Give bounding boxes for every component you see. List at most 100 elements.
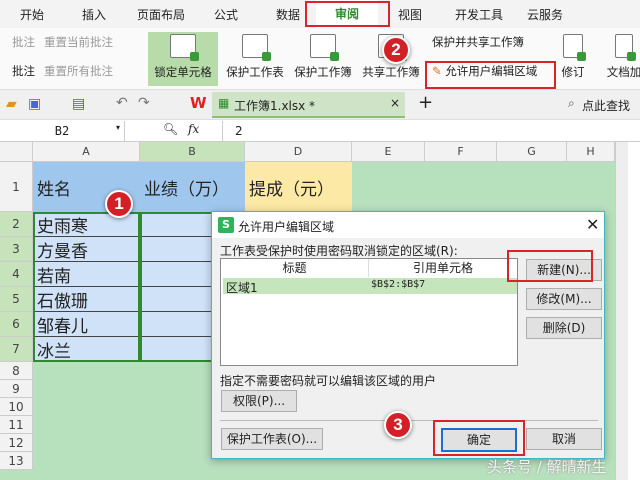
close-tab-icon[interactable]: ×	[390, 96, 400, 110]
tab-insert[interactable]: 插入	[82, 6, 106, 23]
row-header[interactable]: 2	[0, 212, 33, 237]
row-header[interactable]: 11	[0, 416, 33, 434]
col-header-h[interactable]: H	[567, 142, 615, 162]
protect-sheet-button[interactable]: 保护工作表	[222, 32, 288, 86]
row-header[interactable]: 12	[0, 434, 33, 452]
range-title: 区域1	[226, 281, 258, 295]
tab-data[interactable]: 数据	[276, 6, 300, 23]
row-header[interactable]: 13	[0, 452, 33, 470]
row-header[interactable]: 10	[0, 398, 33, 416]
open-icon[interactable]: ▰	[6, 96, 17, 112]
name-cell[interactable]: 冰兰	[33, 337, 140, 362]
protect-share-button[interactable]: 保护并共享工作簿	[432, 34, 524, 50]
tab-developer[interactable]: 开发工具	[455, 6, 503, 23]
lock-cell-button[interactable]: 锁定单元格	[148, 32, 218, 86]
file-tab[interactable]: ▦ 工作簿1.xlsx * ×	[212, 92, 405, 118]
doc-icon	[615, 34, 636, 61]
row-header[interactable]: 3	[0, 237, 33, 262]
file-tab-label: 工作簿1.xlsx *	[234, 99, 316, 113]
tab-cloud[interactable]: 云服务	[527, 6, 563, 23]
col-header-e[interactable]: E	[352, 142, 425, 162]
doc-label: 文档加	[606, 65, 640, 79]
lock-cell-label: 锁定单元格	[154, 65, 212, 79]
tab-view[interactable]: 视图	[398, 6, 422, 23]
cancel-button[interactable]: 取消	[526, 428, 602, 450]
name-cell[interactable]: 方曼香	[33, 237, 140, 262]
print-icon[interactable]: ▤	[72, 96, 85, 112]
highlight-review-tab	[305, 1, 390, 27]
users-label: 指定不需要密码就可以编辑该区域的用户	[220, 374, 437, 388]
row-header[interactable]: 9	[0, 380, 33, 398]
modify-button[interactable]: 修改(M)...	[526, 288, 602, 310]
col-header-g[interactable]: G	[497, 142, 567, 162]
protect-book-button[interactable]: 保护工作簿	[290, 32, 356, 86]
comment-button[interactable]: 批注	[12, 34, 35, 50]
reset-all-comments-button[interactable]: 重置所有批注	[44, 63, 113, 79]
name-cell[interactable]: 石傲珊	[33, 287, 140, 312]
redo-icon[interactable]: ↷	[138, 95, 150, 111]
new-tab-icon[interactable]: +	[418, 92, 433, 113]
watermark: 头条号 / 解晴新生	[487, 458, 607, 476]
name-box[interactable]: B2	[0, 121, 125, 141]
range-ref: $B$2:$B$7	[371, 279, 426, 290]
permissions-button[interactable]: 权限(P)...	[221, 390, 297, 412]
row-header[interactable]: 8	[0, 362, 33, 380]
row-header[interactable]: 1	[0, 162, 33, 212]
ranges-list[interactable]: 标题 引用单元格 区域1 $B$2:$B$7	[220, 258, 518, 366]
close-icon[interactable]: ✕	[586, 215, 599, 234]
comment-button-2[interactable]: 批注	[12, 63, 35, 79]
save-icon[interactable]: ▣	[28, 96, 41, 112]
col-header-b[interactable]: B	[140, 142, 245, 162]
name-cell[interactable]: 若南	[33, 262, 140, 287]
formula-bar: B2 ▾ 🔍︎ fx 2	[0, 120, 640, 142]
tab-start[interactable]: 开始	[20, 6, 44, 23]
formula-input[interactable]: 2	[222, 121, 632, 141]
header-cell-performance[interactable]: 业绩（万）	[140, 162, 245, 212]
highlight-ok	[433, 420, 525, 456]
dialog-title: 允许用户编辑区域	[238, 220, 335, 234]
name-cell[interactable]: 邹春儿	[33, 312, 140, 337]
share-book-label: 共享工作簿	[362, 65, 420, 79]
row-header[interactable]: 7	[0, 337, 33, 362]
delete-button[interactable]: 删除(D)	[526, 317, 602, 339]
wps-spreadsheet-icon: S	[218, 217, 234, 233]
doc-button[interactable]: 文档加	[604, 32, 640, 86]
fx-icon[interactable]: fx	[188, 122, 199, 136]
row-header[interactable]: 5	[0, 287, 33, 312]
excel-file-icon: ▦	[218, 96, 230, 110]
list-item[interactable]: 区域1 $B$2:$B$7	[223, 278, 517, 295]
highlight-allow-edit	[425, 61, 556, 89]
chevron-down-icon[interactable]: ▾	[116, 123, 120, 132]
lock-icon	[170, 34, 199, 61]
row-header[interactable]: 6	[0, 312, 33, 337]
header-cell-commission[interactable]: 提成（元）	[245, 162, 352, 212]
dialog-titlebar: S 允许用户编辑区域 ✕	[212, 212, 604, 238]
step-badge-2: 2	[382, 36, 410, 64]
reset-current-comment-button[interactable]: 重置当前批注	[44, 34, 113, 50]
search-box[interactable]: 点此查找	[582, 97, 630, 114]
col-header-a[interactable]: A	[33, 142, 140, 162]
highlight-modify	[507, 250, 593, 282]
vertical-scrollbar[interactable]	[615, 142, 628, 480]
revise-icon	[563, 34, 586, 61]
zoom-icon[interactable]: 🔍︎	[163, 122, 178, 136]
side-panel	[628, 142, 640, 480]
revise-button[interactable]: 修订	[556, 32, 590, 86]
protect-book-label: 保护工作簿	[294, 65, 352, 79]
sheet-lock-icon	[242, 34, 271, 61]
protect-sheet-dialog-button[interactable]: 保护工作表(O)...	[221, 428, 323, 450]
col-title-header[interactable]: 标题	[221, 259, 369, 277]
ranges-label: 工作表受保护时使用密码取消锁定的区域(R):	[220, 244, 458, 258]
undo-icon[interactable]: ↶	[116, 95, 128, 111]
col-header-f[interactable]: F	[425, 142, 497, 162]
tab-formula[interactable]: 公式	[214, 6, 238, 23]
protect-sheet-label: 保护工作表	[226, 65, 284, 79]
search-icon: ⌕	[568, 96, 575, 110]
revise-label: 修订	[561, 65, 585, 79]
tab-page-layout[interactable]: 页面布局	[137, 6, 185, 23]
col-header-d[interactable]: D	[245, 142, 352, 162]
col-ref-header[interactable]: 引用单元格	[369, 259, 517, 277]
select-all-corner[interactable]	[0, 142, 33, 162]
row-header[interactable]: 4	[0, 262, 33, 287]
step-badge-1: 1	[105, 190, 133, 218]
